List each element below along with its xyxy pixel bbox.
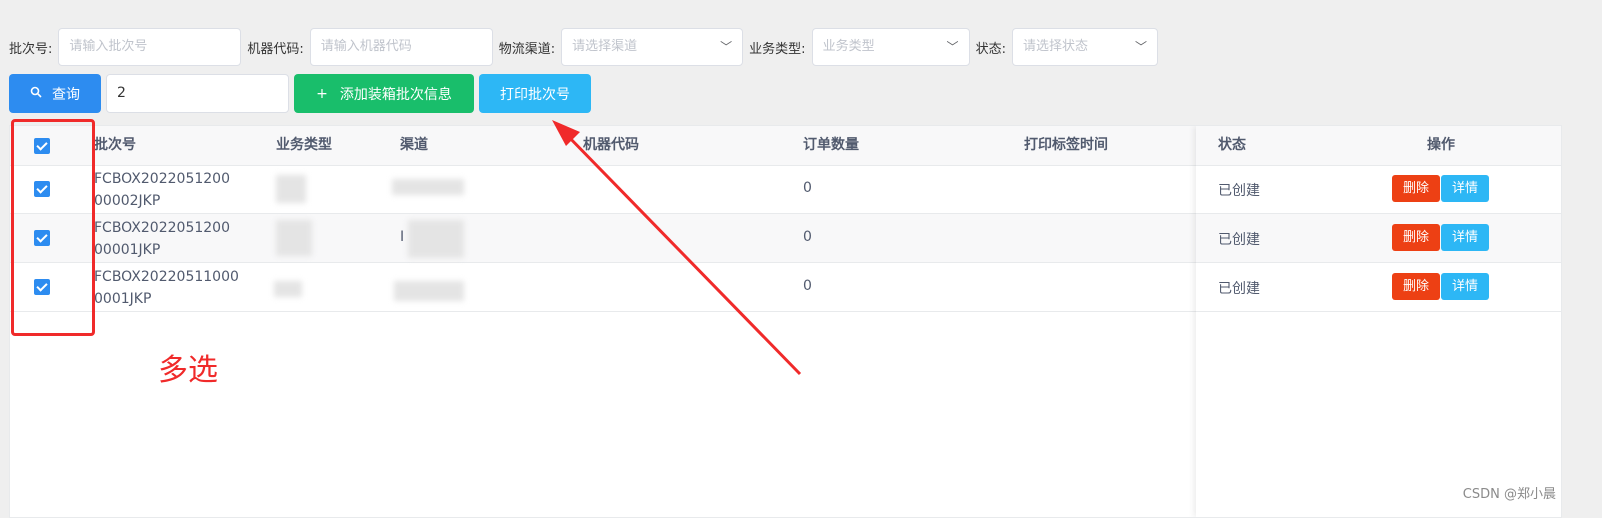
annotation-arrow	[552, 120, 802, 376]
watermark: CSDN @郑小晨	[1462, 487, 1556, 502]
